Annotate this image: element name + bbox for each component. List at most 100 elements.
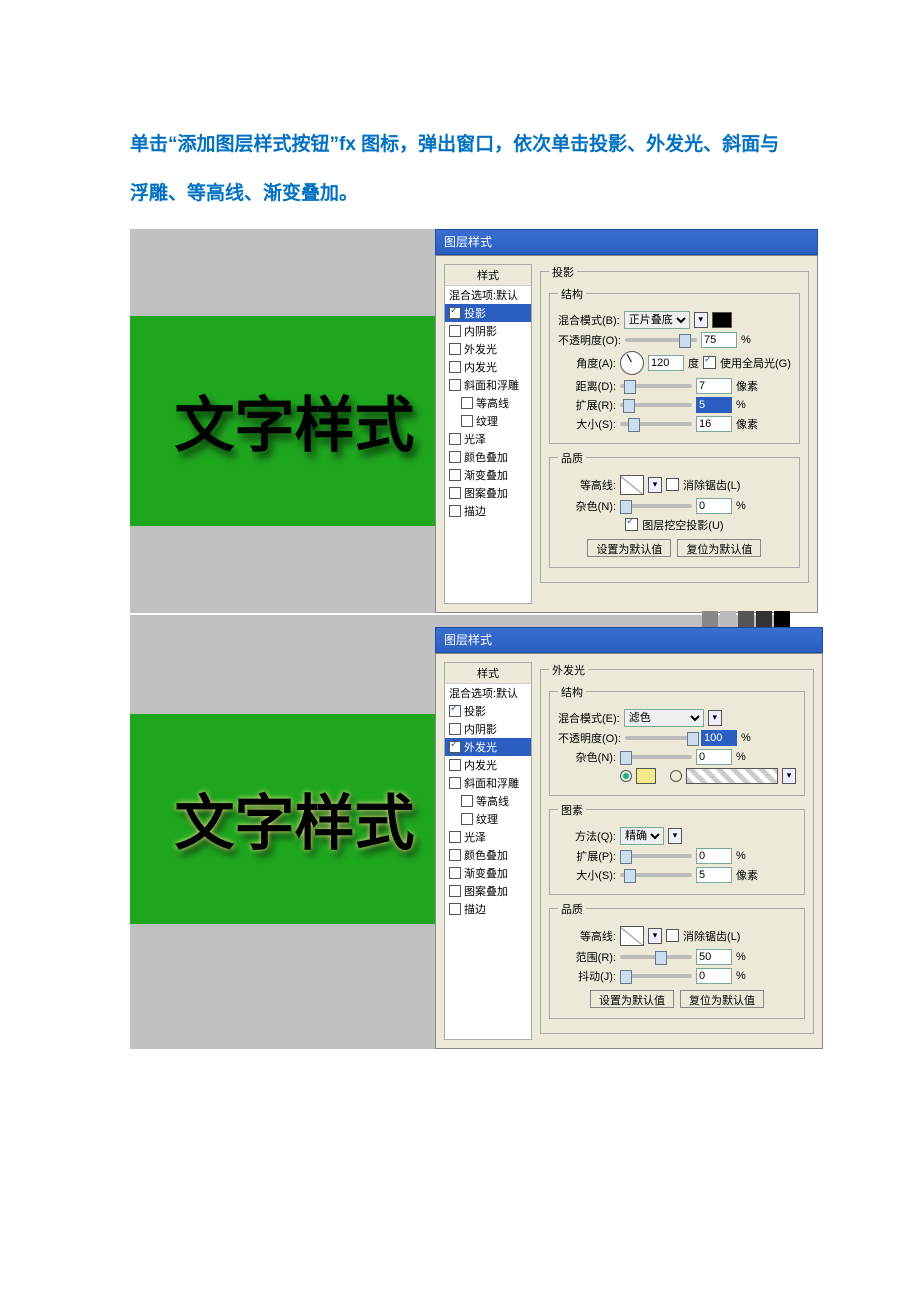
- reset-default-button[interactable]: 复位为默认值: [677, 539, 761, 557]
- style-item[interactable]: 纹理: [445, 412, 531, 430]
- style-item[interactable]: 投影: [445, 702, 531, 720]
- style-item[interactable]: 外发光: [445, 738, 531, 756]
- style-item[interactable]: 描边: [445, 900, 531, 918]
- method-select[interactable]: 精确: [620, 827, 664, 845]
- style-checkbox[interactable]: [449, 867, 461, 879]
- range-input[interactable]: [696, 949, 732, 965]
- angle-dial[interactable]: [620, 351, 644, 375]
- opacity-input-2[interactable]: [701, 730, 737, 746]
- style-checkbox[interactable]: [449, 451, 461, 463]
- glow-gradient-picker[interactable]: [686, 768, 778, 784]
- antialias-checkbox-2[interactable]: [666, 929, 679, 942]
- style-checkbox[interactable]: [461, 813, 473, 825]
- style-checkbox[interactable]: [449, 723, 461, 735]
- tool-icon[interactable]: [738, 611, 754, 627]
- glow-gradient-radio[interactable]: [670, 770, 682, 782]
- style-item[interactable]: 等高线: [445, 792, 531, 810]
- style-item[interactable]: 描边: [445, 502, 531, 520]
- blend-dropdown-icon-2[interactable]: ▾: [708, 710, 722, 726]
- style-item[interactable]: 渐变叠加: [445, 864, 531, 882]
- style-item[interactable]: 图案叠加: [445, 484, 531, 502]
- distance-input[interactable]: [696, 378, 732, 394]
- method-dropdown-icon[interactable]: ▾: [668, 828, 682, 844]
- tool-icon[interactable]: [774, 611, 790, 627]
- style-item[interactable]: 混合选项:默认: [445, 286, 531, 304]
- range-slider[interactable]: [620, 955, 692, 959]
- style-item[interactable]: 投影: [445, 304, 531, 322]
- style-item[interactable]: 斜面和浮雕: [445, 774, 531, 792]
- contour-dropdown-icon[interactable]: ▾: [648, 477, 662, 493]
- noise-input-2[interactable]: [696, 749, 732, 765]
- set-default-button[interactable]: 设置为默认值: [587, 539, 671, 557]
- blend-mode-select-2[interactable]: 滤色: [624, 709, 704, 727]
- spread-input-2[interactable]: [696, 848, 732, 864]
- style-checkbox[interactable]: [449, 487, 461, 499]
- style-checkbox[interactable]: [449, 505, 461, 517]
- style-checkbox[interactable]: [461, 397, 473, 409]
- noise-input[interactable]: [696, 498, 732, 514]
- style-item[interactable]: 混合选项:默认: [445, 684, 531, 702]
- spread-slider-2[interactable]: [620, 854, 692, 858]
- blend-dropdown-icon[interactable]: ▾: [694, 312, 708, 328]
- style-item[interactable]: 内发光: [445, 756, 531, 774]
- style-item[interactable]: 内阴影: [445, 720, 531, 738]
- tool-icon[interactable]: [720, 611, 736, 627]
- style-item[interactable]: 斜面和浮雕: [445, 376, 531, 394]
- style-checkbox[interactable]: [449, 741, 461, 753]
- style-checkbox[interactable]: [449, 705, 461, 717]
- style-checkbox[interactable]: [449, 307, 461, 319]
- reset-default-button-2[interactable]: 复位为默认值: [680, 990, 764, 1008]
- style-item[interactable]: 图案叠加: [445, 882, 531, 900]
- style-checkbox[interactable]: [449, 343, 461, 355]
- opacity-slider-2[interactable]: [625, 736, 697, 740]
- shadow-color-swatch[interactable]: [712, 312, 732, 328]
- spread-slider[interactable]: [620, 403, 692, 407]
- contour-dropdown-icon-2[interactable]: ▾: [648, 928, 662, 944]
- style-item[interactable]: 内发光: [445, 358, 531, 376]
- style-checkbox[interactable]: [449, 885, 461, 897]
- jitter-slider[interactable]: [620, 974, 692, 978]
- style-checkbox[interactable]: [449, 849, 461, 861]
- opacity-slider[interactable]: [625, 338, 697, 342]
- style-checkbox[interactable]: [449, 379, 461, 391]
- style-checkbox[interactable]: [449, 903, 461, 915]
- style-checkbox[interactable]: [461, 795, 473, 807]
- contour-picker[interactable]: [620, 475, 644, 495]
- glow-color-swatch[interactable]: [636, 768, 656, 784]
- distance-slider[interactable]: [620, 384, 692, 388]
- style-item[interactable]: 纹理: [445, 810, 531, 828]
- size-slider[interactable]: [620, 422, 692, 426]
- style-checkbox[interactable]: [449, 433, 461, 445]
- style-checkbox[interactable]: [449, 325, 461, 337]
- tool-icon[interactable]: [756, 611, 772, 627]
- style-checkbox[interactable]: [449, 777, 461, 789]
- contour-picker-2[interactable]: [620, 926, 644, 946]
- style-item[interactable]: 渐变叠加: [445, 466, 531, 484]
- gradient-dropdown-icon[interactable]: ▾: [782, 768, 796, 784]
- size-input[interactable]: [696, 416, 732, 432]
- style-checkbox[interactable]: [461, 415, 473, 427]
- noise-slider[interactable]: [620, 504, 692, 508]
- spread-input[interactable]: [696, 397, 732, 413]
- global-light-checkbox[interactable]: [703, 356, 716, 369]
- tool-icon[interactable]: [702, 611, 718, 627]
- set-default-button-2[interactable]: 设置为默认值: [590, 990, 674, 1008]
- style-item[interactable]: 光泽: [445, 828, 531, 846]
- blend-mode-select[interactable]: 正片叠底: [624, 311, 690, 329]
- noise-slider-2[interactable]: [620, 755, 692, 759]
- style-checkbox[interactable]: [449, 361, 461, 373]
- style-checkbox[interactable]: [449, 759, 461, 771]
- glow-color-radio[interactable]: [620, 770, 632, 782]
- antialias-checkbox[interactable]: [666, 478, 679, 491]
- style-item[interactable]: 光泽: [445, 430, 531, 448]
- style-checkbox[interactable]: [449, 469, 461, 481]
- style-item[interactable]: 颜色叠加: [445, 448, 531, 466]
- angle-input[interactable]: [648, 355, 684, 371]
- style-item[interactable]: 内阴影: [445, 322, 531, 340]
- style-checkbox[interactable]: [449, 831, 461, 843]
- style-item[interactable]: 等高线: [445, 394, 531, 412]
- jitter-input[interactable]: [696, 968, 732, 984]
- style-item[interactable]: 颜色叠加: [445, 846, 531, 864]
- knockout-checkbox[interactable]: [625, 518, 638, 531]
- size-input-2[interactable]: [696, 867, 732, 883]
